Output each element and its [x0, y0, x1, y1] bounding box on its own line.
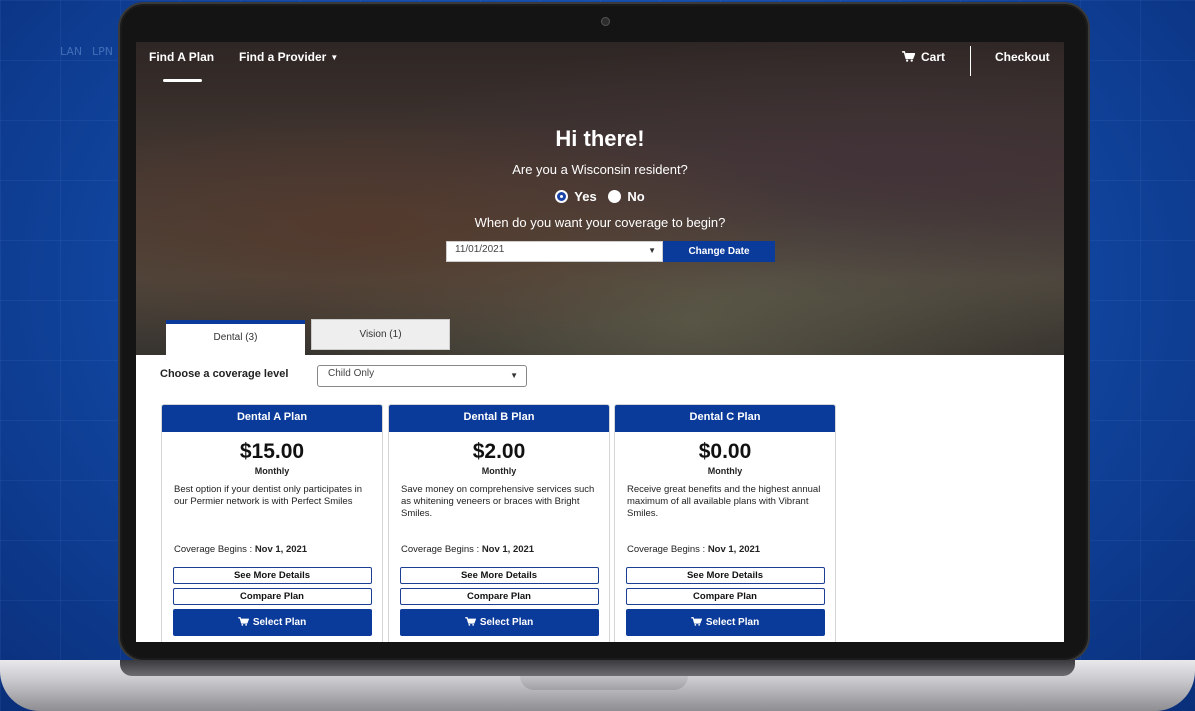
laptop-notch	[520, 676, 688, 690]
cart-link[interactable]: Cart	[902, 50, 945, 64]
select-plan-button[interactable]: Select Plan	[625, 609, 825, 636]
select-plan-label: Select Plan	[479, 617, 534, 628]
cart-icon	[238, 617, 249, 626]
change-date-button[interactable]: Change Date	[663, 241, 775, 262]
see-more-details-button[interactable]: See More Details	[172, 567, 372, 584]
compare-plan-button[interactable]: Compare Plan	[625, 588, 825, 605]
coverage-begins-date: Nov 1, 2021	[707, 544, 761, 555]
background-label: LPN	[92, 45, 113, 58]
plan-coverage-begins: Coverage Begins : Nov 1, 2021	[389, 544, 609, 555]
plan-price: $2.00	[472, 440, 526, 463]
plan-name: Dental C Plan	[615, 405, 835, 432]
plan-period: Monthly	[707, 466, 743, 476]
coverage-begins-label: Coverage Begins :	[401, 544, 480, 555]
coverage-level-select[interactable]: Child Only ▼	[317, 365, 527, 387]
nav-checkout[interactable]: Checkout	[995, 50, 1050, 64]
coverage-begins-label: Coverage Begins :	[174, 544, 253, 555]
plan-name: Dental B Plan	[389, 405, 609, 432]
nav-divider	[970, 46, 971, 76]
active-nav-indicator	[163, 79, 202, 82]
cart-icon	[902, 51, 915, 62]
plan-description: Best option if your dentist only partici…	[174, 484, 362, 507]
plan-price: $15.00	[239, 440, 305, 463]
radio-unchecked-icon	[608, 190, 622, 203]
coverage-level-value: Child Only	[328, 368, 375, 379]
compare-plan-button[interactable]: Compare Plan	[172, 588, 372, 605]
nav-find-plan[interactable]: Find A Plan	[149, 50, 214, 64]
coverage-date-value: 11/01/2021	[455, 244, 505, 255]
see-more-details-button[interactable]: See More Details	[399, 567, 599, 584]
camera-icon	[601, 17, 610, 26]
compare-plan-button[interactable]: Compare Plan	[399, 588, 599, 605]
coverage-level-label: Choose a coverage level	[160, 368, 289, 380]
plan-price: $0.00	[698, 440, 752, 463]
coverage-begins-date: Nov 1, 2021	[481, 544, 535, 555]
chevron-down-icon: ▼	[330, 53, 339, 63]
coverage-begins-date: Nov 1, 2021	[254, 544, 308, 555]
coverage-begins-label: Coverage Begins :	[627, 544, 706, 555]
laptop-hinge	[120, 660, 1075, 676]
plan-description: Receive great benefits and the highest a…	[627, 484, 821, 519]
coverage-date-select[interactable]: 11/01/2021 ▼	[446, 241, 663, 262]
radio-yes[interactable]: Yes	[555, 189, 597, 204]
plan-period: Monthly	[481, 466, 517, 476]
chevron-down-icon: ▼	[648, 246, 656, 255]
plan-card-b: Dental B Plan $2.00 Monthly Save money o…	[388, 404, 610, 642]
select-plan-button[interactable]: Select Plan	[399, 609, 599, 636]
cart-icon	[691, 617, 702, 626]
select-plan-label: Select Plan	[252, 617, 307, 628]
nav-find-provider-label: Find a Provider	[239, 50, 327, 64]
select-plan-button[interactable]: Select Plan	[172, 609, 372, 636]
nav-find-provider[interactable]: Find a Provider ▼	[239, 50, 338, 64]
plan-coverage-begins: Coverage Begins : Nov 1, 2021	[615, 544, 835, 555]
radio-yes-label: Yes	[574, 189, 597, 204]
radio-checked-icon	[555, 190, 569, 203]
chevron-down-icon: ▼	[510, 371, 518, 380]
plan-coverage-begins: Coverage Begins : Nov 1, 2021	[162, 544, 382, 555]
see-more-details-button[interactable]: See More Details	[625, 567, 825, 584]
radio-no-label: No	[627, 189, 645, 204]
plan-card-c: Dental C Plan $0.00 Monthly Receive grea…	[614, 404, 836, 642]
plan-description: Save money on comprehensive services suc…	[401, 484, 595, 519]
top-nav: Find A Plan Find a Provider ▼ Cart Checko…	[149, 50, 1064, 72]
hero-title: Hi there!	[555, 126, 645, 151]
plan-period: Monthly	[254, 466, 290, 476]
cart-label: Cart	[921, 50, 946, 64]
screen: Find A Plan Find a Provider ▼ Cart Checko…	[136, 42, 1064, 642]
radio-no[interactable]: No	[608, 189, 645, 204]
background-label: LAN	[60, 45, 83, 58]
hero-banner: Find A Plan Find a Provider ▼ Cart Checko…	[136, 42, 1064, 355]
plan-card-a: Dental A Plan $15.00 Monthly Best option…	[161, 404, 383, 642]
cart-icon	[465, 617, 476, 626]
plan-name: Dental A Plan	[162, 405, 382, 432]
resident-question: Are you a Wisconsin resident?	[512, 162, 688, 177]
resident-radio-group: Yes No	[136, 189, 1064, 206]
tab-vision[interactable]: Vision (1)	[311, 319, 450, 350]
tab-dental[interactable]: Dental (3)	[166, 320, 305, 356]
coverage-start-question: When do you want your coverage to begin?	[474, 215, 726, 230]
select-plan-label: Select Plan	[705, 617, 760, 628]
